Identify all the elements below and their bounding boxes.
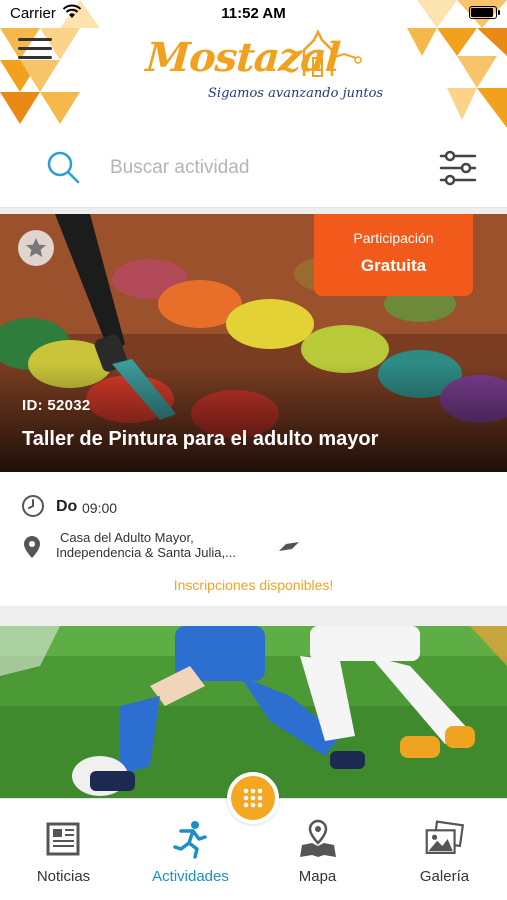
running-person-icon [173,821,207,859]
newspaper-icon [46,822,80,856]
tab-galeria[interactable]: Galería [381,799,507,900]
activity-details: Do 09:00 Casa del Adulto Mayor, Independ… [0,472,507,824]
tab-label: Mapa [298,868,337,885]
grid-icon [243,788,263,808]
search-bar [0,128,507,208]
status-bar: Carrier 11:52 AM [0,0,507,28]
clock-icon [22,495,44,517]
activity-time: 09:00 [82,500,118,516]
badge-value: Gratuita [360,256,427,275]
activity-card[interactable]: Participación Gratuita ID: 52032 Taller … [0,214,507,824]
sliders-filter-icon[interactable] [438,148,478,188]
activity-image[interactable]: Participación Gratuita ID: 52032 Taller … [0,214,507,472]
participation-badge: Participación Gratuita [314,214,473,296]
registration-status[interactable]: Inscripciones disponibles! [0,577,507,593]
clock-time: 11:52 AM [221,5,286,22]
tab-noticias[interactable]: Noticias [0,799,127,900]
activity-day: Do [56,498,78,515]
image-gradient-overlay [0,364,507,472]
activity-address: Casa del Adulto Mayor, Independencia & S… [56,530,286,560]
photo-gallery-icon [425,820,465,854]
chapel-logo-icon [302,29,362,77]
location-pin-icon [24,536,40,558]
battery-icon [469,6,500,19]
favorite-button[interactable] [18,230,54,266]
star-icon [26,238,46,257]
tab-label: Actividades [152,868,229,885]
badge-label: Participación [353,230,434,246]
app-header: Carrier 11:52 AM Mostazal Sigamos avanza… [0,0,507,128]
address-line-1: Casa del Adulto Mayor, [60,530,194,545]
section-spacer [0,606,507,626]
tab-label: Galería [419,868,470,885]
logo-tagline: Sigamos avanzando juntos [208,86,384,101]
address-line-2: Independencia & Santa Julia,... [56,545,236,560]
tab-label: Noticias [36,868,91,885]
activity-id: ID: 52032 [22,397,91,414]
map-pin-icon [300,819,336,857]
map-marker-icon[interactable] [278,541,300,553]
activity-title[interactable]: Taller de Pintura para el adulto mayor [22,428,378,451]
search-icon[interactable] [44,148,82,186]
search-input[interactable] [110,153,410,183]
center-grid-button[interactable] [227,772,279,824]
hamburger-menu-icon[interactable] [18,38,52,62]
app-logo: Mostazal Sigamos avanzando juntos [144,28,383,108]
